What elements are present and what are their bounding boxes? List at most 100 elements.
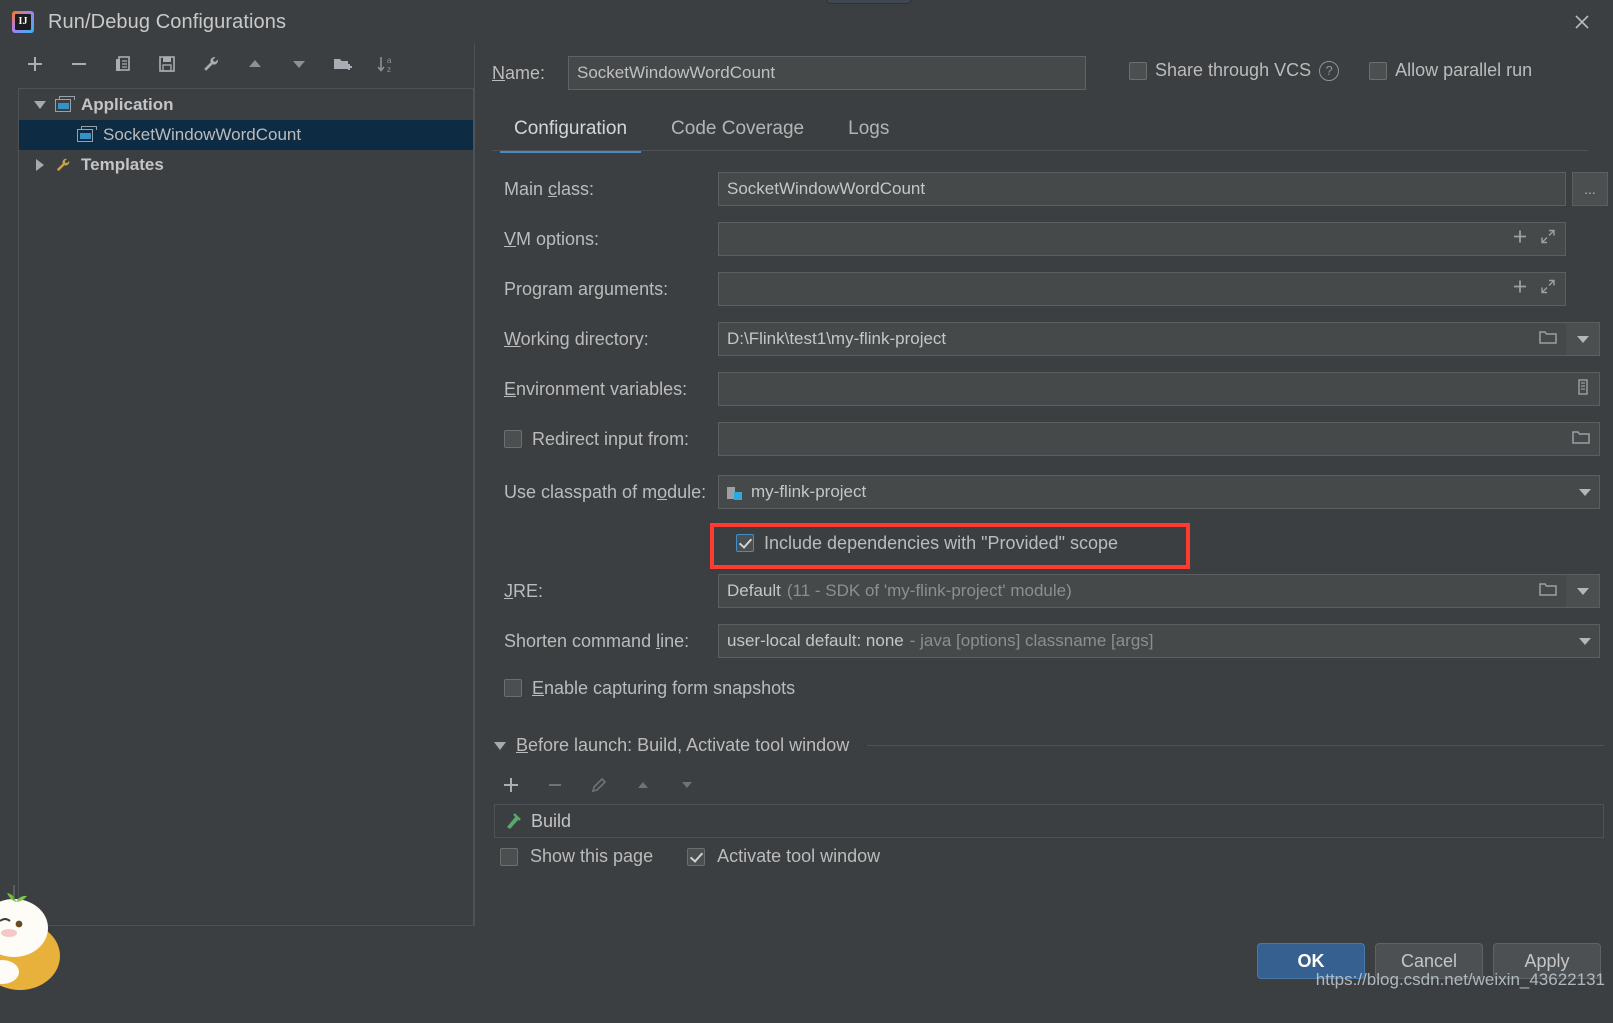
redirect-input-field[interactable] <box>718 422 1600 456</box>
main-class-row: Main class: ... <box>486 164 1608 214</box>
main-class-browse-button[interactable]: ... <box>1572 172 1608 206</box>
remove-task-button[interactable] <box>542 772 568 798</box>
program-arguments-label: Program arguments: <box>504 278 669 299</box>
title-bar: IJ Run/Debug Configurations <box>0 0 1613 44</box>
expand-icon[interactable] <box>1540 229 1556 250</box>
tree-node-label: Templates <box>81 155 164 174</box>
application-icon <box>51 95 75 112</box>
jre-dropdown-button[interactable] <box>1566 574 1600 608</box>
folder-icon[interactable] <box>1538 581 1558 602</box>
move-task-down-button[interactable] <box>674 772 700 798</box>
jre-field[interactable]: Default (11 - SDK of 'my-flink-project' … <box>718 574 1566 608</box>
edit-templates-button[interactable] <box>198 51 224 77</box>
wrench-icon <box>51 156 75 174</box>
configurations-tree[interactable]: Application SocketWindowWordCount Templa… <box>18 88 474 926</box>
program-arguments-row: Program arguments: <box>486 264 1608 314</box>
folder-icon[interactable] <box>1571 429 1591 450</box>
redirect-input-checkbox[interactable] <box>504 430 522 448</box>
module-icon <box>727 485 743 500</box>
working-directory-field[interactable] <box>718 322 1566 356</box>
jre-value-hint: (11 - SDK of 'my-flink-project' module) <box>786 581 1072 600</box>
configurations-toolbar: a z <box>0 44 474 84</box>
tree-node-label: SocketWindowWordCount <box>103 125 302 144</box>
vm-options-input[interactable] <box>727 229 1557 249</box>
activate-tool-window-label: Activate tool window <box>717 846 881 866</box>
configuration-form: Main class: ... VM options: <box>486 164 1608 710</box>
program-arguments-field[interactable] <box>718 272 1566 306</box>
triangle-down-icon[interactable] <box>494 737 506 755</box>
name-input[interactable] <box>568 56 1086 90</box>
tab-configuration[interactable]: Configuration <box>492 118 649 153</box>
tab-code-coverage[interactable]: Code Coverage <box>649 118 826 150</box>
chevron-down-icon <box>1576 587 1589 595</box>
tree-node-label: Application <box>81 95 174 114</box>
vm-options-field[interactable] <box>718 222 1566 256</box>
use-classpath-row: Use classpath of module: my-flink-projec… <box>486 464 1608 520</box>
environment-variables-field[interactable] <box>718 372 1600 406</box>
move-down-button[interactable] <box>286 51 312 77</box>
before-launch-task-label: Build <box>531 810 572 831</box>
save-configuration-button[interactable] <box>154 51 180 77</box>
share-through-vcs-checkbox[interactable] <box>1129 61 1147 80</box>
plus-icon[interactable] <box>1512 279 1528 300</box>
shorten-command-line-row: Shorten command line: user-local default… <box>486 616 1608 666</box>
activate-tool-window-checkbox[interactable] <box>687 847 706 866</box>
run-debug-configurations-dialog: IJ Run/Debug Configurations a z Applicat… <box>0 0 1613 1023</box>
before-launch-task-list[interactable]: Build <box>494 804 1604 838</box>
working-directory-label: Working directory: <box>504 328 649 349</box>
tree-node-socketwindowwordcount[interactable]: SocketWindowWordCount <box>19 120 473 150</box>
environment-variables-input[interactable] <box>727 379 1575 399</box>
vm-options-row: VM options: <box>486 214 1608 264</box>
vm-options-label: VM options: <box>504 228 600 249</box>
enable-capturing-checkbox[interactable] <box>504 679 522 697</box>
shorten-command-line-value: user-local default: none <box>727 631 904 650</box>
chevron-down-icon <box>1579 488 1591 496</box>
plus-icon[interactable] <box>1512 229 1528 250</box>
remove-configuration-button[interactable] <box>66 51 92 77</box>
include-provided-checkbox[interactable] <box>736 534 754 552</box>
triangle-right-icon[interactable] <box>29 159 51 171</box>
new-folder-button[interactable] <box>330 51 356 77</box>
show-this-page-label: Show this page <box>530 846 654 866</box>
build-hammer-icon <box>503 811 523 831</box>
tab-separator <box>492 150 1588 151</box>
share-through-vcs-label: Share through VCS <box>1155 60 1312 80</box>
working-directory-input[interactable] <box>727 329 1538 349</box>
edit-task-button[interactable] <box>586 772 612 798</box>
move-task-up-button[interactable] <box>630 772 656 798</box>
triangle-down-icon[interactable] <box>29 101 51 109</box>
close-icon[interactable] <box>1551 0 1613 44</box>
copy-configuration-button[interactable] <box>110 51 136 77</box>
show-this-page-checkbox[interactable] <box>500 847 518 866</box>
use-classpath-label: Use classpath of module: <box>504 481 707 502</box>
expand-icon[interactable] <box>1540 279 1556 300</box>
use-classpath-combo[interactable]: my-flink-project <box>718 475 1600 509</box>
include-provided-label: Include dependencies with "Provided" sco… <box>764 532 1119 553</box>
working-directory-row: Working directory: <box>486 314 1608 364</box>
move-up-button[interactable] <box>242 51 268 77</box>
allow-parallel-run-checkbox[interactable] <box>1369 61 1388 80</box>
before-launch-toolbar <box>498 772 700 798</box>
redirect-input-path-input[interactable] <box>727 429 1571 449</box>
working-directory-dropdown-button[interactable] <box>1566 322 1600 356</box>
jre-label: JRE: <box>504 580 544 601</box>
main-class-input[interactable] <box>727 179 1557 199</box>
tree-node-application[interactable]: Application <box>19 90 473 120</box>
use-classpath-value: my-flink-project <box>751 482 867 501</box>
chevron-down-icon <box>1576 335 1589 343</box>
tree-node-templates[interactable]: Templates <box>19 150 473 180</box>
folder-icon[interactable] <box>1538 329 1558 350</box>
before-launch-rule <box>867 745 1604 746</box>
shorten-command-line-combo[interactable]: user-local default: none - java [options… <box>718 624 1600 658</box>
sort-az-button[interactable]: a z <box>374 51 400 77</box>
include-provided-row: Include dependencies with "Provided" sco… <box>486 520 1608 566</box>
add-configuration-button[interactable] <box>22 51 48 77</box>
program-arguments-input[interactable] <box>727 279 1557 299</box>
add-task-button[interactable] <box>498 772 524 798</box>
list-edit-icon[interactable] <box>1575 378 1591 401</box>
tab-bar: Configuration Code Coverage Logs <box>492 110 1592 153</box>
question-mark-icon[interactable]: ? <box>1319 60 1340 81</box>
before-launch-title[interactable]: BBefore launch: Build, Activate tool win… <box>516 735 849 756</box>
main-class-field[interactable] <box>718 172 1566 206</box>
tab-logs[interactable]: Logs <box>826 118 911 150</box>
